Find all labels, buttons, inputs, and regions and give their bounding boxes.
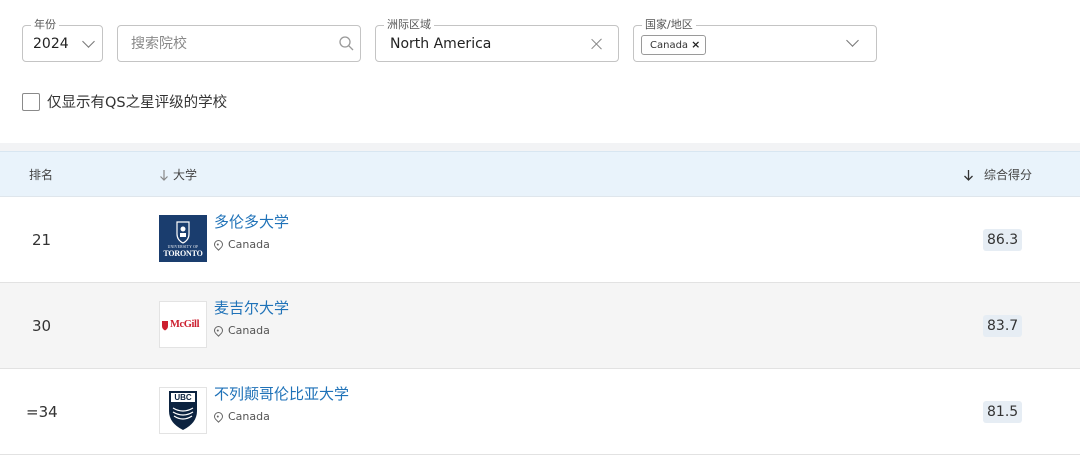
- filter-panel: 年份 2024 搜索院校 洲际区域 North America 国家/地区 Ca…: [0, 0, 1080, 143]
- chip-remove-icon[interactable]: ×: [691, 38, 700, 51]
- location-pin-icon: [212, 237, 225, 251]
- search-field[interactable]: 搜索院校: [117, 25, 361, 62]
- location-pin-icon: [212, 323, 225, 337]
- sort-arrow-icon: [964, 170, 973, 181]
- university-name-link[interactable]: 多伦多大学: [214, 212, 289, 232]
- region-select[interactable]: 洲际区域 North America: [375, 18, 619, 62]
- score-header-label: 综合得分: [984, 168, 1033, 182]
- university-name-link[interactable]: 麦吉尔大学: [214, 298, 289, 318]
- year-value: 2024: [33, 36, 69, 52]
- year-select[interactable]: 年份 2024: [22, 18, 103, 62]
- logo-text: McGill: [170, 319, 200, 330]
- table-row[interactable]: =34 UBC 不列颠哥伦比亚大学 Canada 81.5: [0, 369, 1080, 455]
- qs-star-checkbox[interactable]: [22, 92, 40, 111]
- region-value: North America: [390, 36, 492, 52]
- location: Canada: [212, 237, 270, 252]
- qs-star-label: 仅显示有QS之星评级的学校: [47, 95, 228, 111]
- country-select[interactable]: 国家/地区 Canada ×: [633, 18, 877, 62]
- country-chip-label: Canada: [650, 40, 689, 51]
- rank-value: 21: [32, 231, 52, 249]
- logo-text: UBC: [174, 393, 192, 402]
- university-header[interactable]: 大学: [159, 167, 197, 183]
- country-name: Canada: [228, 324, 270, 337]
- rank-value: =34: [26, 403, 58, 421]
- country-chip[interactable]: Canada ×: [641, 35, 707, 55]
- sort-arrow-icon: [160, 170, 168, 181]
- table-header: 排名 大学 综合得分: [0, 151, 1080, 197]
- region-legend: 洲际区域: [384, 18, 434, 32]
- location-pin-icon: [212, 409, 225, 423]
- search-placeholder: 搜索院校: [131, 36, 187, 52]
- search-icon[interactable]: [339, 36, 354, 55]
- country-legend: 国家/地区: [642, 18, 696, 32]
- chevron-down-icon[interactable]: [846, 34, 859, 47]
- country-name: Canada: [228, 410, 270, 423]
- qs-star-filter[interactable]: 仅显示有QS之星评级的学校: [22, 91, 227, 112]
- university-header-label: 大学: [173, 168, 198, 182]
- table-row[interactable]: 21 UNIVERSITY OF TORONTO 多伦多大学 Canada 86…: [0, 197, 1080, 283]
- overall-score: 86.3: [983, 229, 1023, 251]
- score-header[interactable]: 综合得分: [963, 167, 1032, 183]
- university-logo: UBC: [159, 387, 207, 434]
- university-name-link[interactable]: 不列颠哥伦比亚大学: [214, 384, 349, 404]
- overall-score: 81.5: [983, 401, 1023, 423]
- rank-header[interactable]: 排名: [29, 167, 53, 183]
- chevron-down-icon: [82, 35, 95, 48]
- university-logo: McGill: [159, 301, 207, 348]
- overall-score: 83.7: [983, 315, 1023, 337]
- separator: [0, 143, 1080, 151]
- university-logo: UNIVERSITY OF TORONTO: [159, 215, 207, 262]
- clear-icon[interactable]: [591, 38, 603, 50]
- year-legend: 年份: [31, 18, 59, 32]
- location: Canada: [212, 323, 270, 338]
- table-row[interactable]: 30 McGill 麦吉尔大学 Canada 83.7: [0, 283, 1080, 369]
- logo-text-line2: TORONTO: [163, 249, 203, 258]
- location: Canada: [212, 409, 270, 424]
- country-name: Canada: [228, 238, 270, 251]
- rank-value: 30: [32, 317, 52, 335]
